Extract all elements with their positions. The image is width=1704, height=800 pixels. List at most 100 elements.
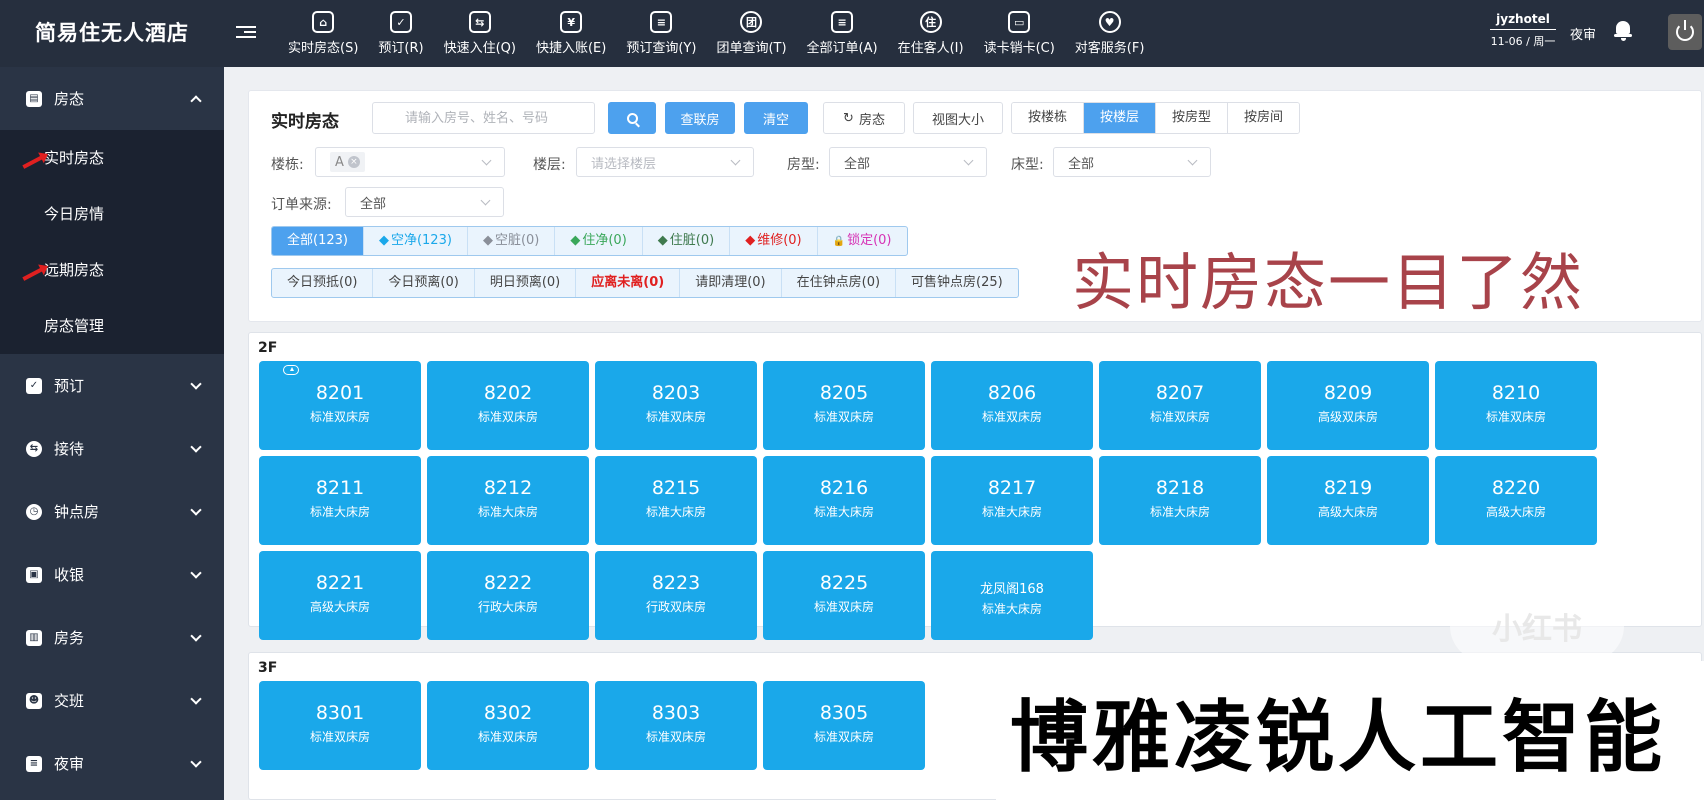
floor-select[interactable]: 请选择楼层 [576, 147, 754, 177]
sidebar-group-4[interactable]: ▣ 收银 [0, 543, 224, 606]
status-filter-6[interactable]: 🔒 锁定(0) [818, 227, 907, 255]
status-filter-4[interactable]: ◆ 住脏(0) [643, 227, 731, 255]
room-type: 标准双床房 [645, 730, 706, 744]
nav-item-1[interactable]: ✓ 预订(R) [368, 0, 433, 67]
room-card[interactable]: 8303 标准双床房 [595, 681, 757, 770]
group-by-option-2[interactable]: 按房型 [1156, 103, 1229, 133]
event-filter-5[interactable]: 在住钟点房(0) [782, 269, 897, 297]
sidebar-group-3[interactable]: ◷ 钟点房 [0, 480, 224, 543]
sidebar-item-3[interactable]: 房态管理 [0, 298, 224, 354]
event-filter-0[interactable]: 今日预抵(0) [272, 269, 374, 297]
nav-item-7[interactable]: 住在住客人(I) [888, 0, 974, 67]
room-card[interactable]: 8201 标准双床房 [259, 361, 421, 450]
room-card[interactable]: 8218 标准大床房 [1099, 456, 1261, 545]
sidebar-group-7[interactable]: ≡ 夜审 [0, 732, 224, 795]
linked-rooms-button[interactable]: 查联房 [665, 102, 735, 134]
room-card[interactable]: 龙凤阁168 标准大床房 [931, 551, 1093, 640]
bed-type-select[interactable]: 全部 [1053, 147, 1211, 177]
room-type: 标准双床房 [813, 410, 874, 424]
room-type: 高级双床房 [1317, 410, 1378, 424]
room-card[interactable]: 8305 标准双床房 [763, 681, 925, 770]
view-size-button[interactable]: 视图大小 [913, 102, 1003, 134]
clear-button[interactable]: 清空 [744, 102, 808, 134]
house-search-icon: ⌂ [312, 11, 335, 33]
nav-item-8[interactable]: ▭ 读卡销卡(C) [974, 0, 1065, 67]
nav-item-6[interactable]: ≡ 全部订单(A) [797, 0, 888, 67]
room-number: 8207 [1155, 382, 1205, 404]
room-card[interactable]: 8221 高级大床房 [259, 551, 421, 640]
sidebar-item-2[interactable]: 远期房态 [0, 242, 224, 298]
nav-label: 全部订单(A) [806, 41, 878, 56]
power-button[interactable] [1668, 14, 1702, 50]
room-card[interactable]: 8210 标准双床房 [1435, 361, 1597, 450]
nav-item-2[interactable]: ⇆ 快速入住(Q) [434, 0, 526, 67]
room-card[interactable]: 8222 行政大床房 [427, 551, 589, 640]
room-card[interactable]: 8225 标准双床房 [763, 551, 925, 640]
building-select[interactable]: A × [315, 147, 505, 177]
sidebar-item-1[interactable]: 今日房情 [0, 186, 224, 242]
room-status-refresh-button[interactable]: ↻ 房态 [823, 102, 905, 134]
group-by-option-3[interactable]: 按房间 [1228, 103, 1300, 133]
room-type: 标准双床房 [813, 730, 874, 744]
order-source-value: 全部 [360, 196, 387, 212]
room-number: 8218 [1155, 477, 1205, 499]
room-type-select[interactable]: 全部 [829, 147, 987, 177]
status-filter-label: 住净(0) [582, 233, 627, 248]
nav-item-0[interactable]: ⌂ 实时房态(S) [278, 0, 368, 67]
room-card[interactable]: 8212 标准大床房 [427, 456, 589, 545]
room-card[interactable]: 8216 标准大床房 [763, 456, 925, 545]
chevron-down-icon [480, 195, 491, 206]
room-card[interactable]: 8215 标准大床房 [595, 456, 757, 545]
room-card[interactable]: 8302 标准双床房 [427, 681, 589, 770]
event-filter-4[interactable]: 请即清理(0) [680, 269, 782, 297]
status-filter-1[interactable]: ◆ 空净(123) [364, 227, 468, 255]
event-filter-1[interactable]: 今日预离(0) [373, 269, 475, 297]
room-card[interactable]: 8219 高级大床房 [1267, 456, 1429, 545]
sidebar-group-6[interactable]: ☻ 交班 [0, 669, 224, 732]
checkbox-icon: ✓ [26, 377, 42, 394]
sidebar-item-0[interactable]: 实时房态 [0, 130, 224, 186]
nav-item-4[interactable]: ≡ 预订查询(Y) [616, 0, 706, 67]
tag-close-icon[interactable]: × [347, 156, 360, 168]
room-number: 8301 [315, 702, 365, 724]
refresh-icon: ↻ [843, 110, 854, 126]
room-card[interactable]: 8206 标准双床房 [931, 361, 1093, 450]
status-filter-2[interactable]: ◆ 空脏(0) [468, 227, 556, 255]
room-card[interactable]: 8203 标准双床房 [595, 361, 757, 450]
sidebar-group-0[interactable]: ▤ 房态 [0, 67, 224, 130]
room-card[interactable]: 8217 标准大床房 [931, 456, 1093, 545]
room-card[interactable]: 8220 高级大床房 [1435, 456, 1597, 545]
search-button[interactable] [608, 102, 656, 134]
menu-toggle-icon[interactable] [236, 23, 256, 43]
room-type: 标准双床房 [309, 730, 370, 744]
sidebar-group-2[interactable]: ⇆ 接待 [0, 417, 224, 480]
room-card[interactable]: 8209 高级双床房 [1267, 361, 1429, 450]
sidebar-group-5[interactable]: ▥ 房务 [0, 606, 224, 669]
nav-item-9[interactable]: ♥ 对客服务(F) [1065, 0, 1155, 67]
bell-icon[interactable] [1614, 21, 1632, 41]
event-filter-3[interactable]: 应离未离(0) [576, 269, 681, 297]
user-info[interactable]: jyzhotel 11-06 / 周一 [1490, 12, 1556, 49]
room-card[interactable]: 8205 标准双床房 [763, 361, 925, 450]
room-card[interactable]: 8202 标准双床房 [427, 361, 589, 450]
room-card[interactable]: 8301 标准双床房 [259, 681, 421, 770]
status-filter-3[interactable]: ◆ 住净(0) [555, 227, 643, 255]
search-input[interactable] [372, 102, 595, 134]
room-card[interactable]: 8211 标准大床房 [259, 456, 421, 545]
diamond-icon: ◆ [745, 233, 756, 248]
status-filter-0[interactable]: 全部(123) [272, 227, 364, 255]
order-source-select[interactable]: 全部 [345, 187, 504, 217]
night-audit-link[interactable]: 夜审 [1570, 24, 1596, 43]
room-number: 8217 [987, 477, 1037, 499]
event-filter-6[interactable]: 可售钟点房(25) [896, 269, 1018, 297]
event-filter-2[interactable]: 明日预离(0) [475, 269, 577, 297]
nav-item-3[interactable]: ¥ 快捷入账(E) [526, 0, 616, 67]
room-card[interactable]: 8223 行政双床房 [595, 551, 757, 640]
status-filter-5[interactable]: ◆ 维修(0) [730, 227, 818, 255]
group-by-option-0[interactable]: 按楼栋 [1012, 103, 1085, 133]
status-filter-label: 空脏(0) [494, 233, 540, 248]
group-by-option-1[interactable]: 按楼层 [1084, 103, 1157, 133]
sidebar-group-1[interactable]: ✓ 预订 [0, 354, 224, 417]
room-card[interactable]: 8207 标准双床房 [1099, 361, 1261, 450]
nav-item-5[interactable]: 团团单查询(T) [706, 0, 796, 67]
